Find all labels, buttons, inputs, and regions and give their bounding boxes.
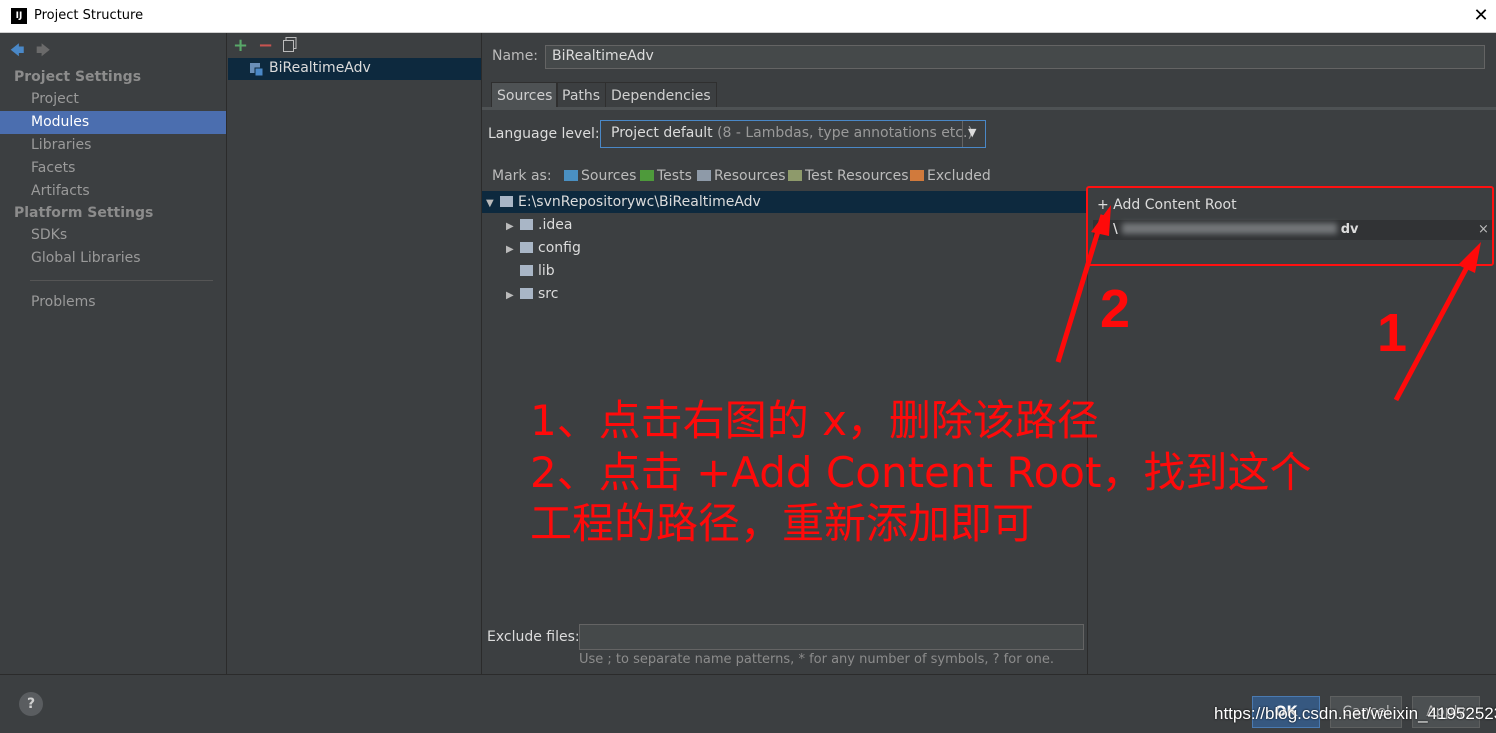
title-bar <box>0 0 1496 33</box>
mark-label-excluded: Excluded <box>927 168 991 184</box>
footer-divider <box>0 674 1496 675</box>
expanded-triangle-icon[interactable]: ▼ <box>486 193 500 215</box>
collapsed-triangle-icon[interactable]: ▶ <box>506 285 520 307</box>
mark-label-sources: Sources <box>581 168 637 184</box>
language-level-main: Project default <box>611 125 713 141</box>
sidebar-item-problems[interactable]: Problems <box>0 291 226 314</box>
module-name: BiRealtimeAdv <box>269 60 371 76</box>
exclude-files-label: Exclude files: <box>487 629 580 645</box>
tree-item-config[interactable]: ▶ config <box>506 237 581 259</box>
exclude-files-input[interactable] <box>579 624 1084 650</box>
window-close-button[interactable]: ✕ <box>1470 4 1492 28</box>
intellij-app-icon: IJ <box>11 8 27 24</box>
mark-label-resources: Resources <box>714 168 786 184</box>
mark-as-tests-button[interactable]: Tests <box>640 168 692 184</box>
mark-as-resources-button[interactable]: Resources <box>697 168 786 184</box>
tab-dependencies[interactable]: Dependencies <box>605 82 717 108</box>
tree-item-label: config <box>538 240 581 256</box>
forward-arrow-icon[interactable]: 🡆 <box>36 40 50 64</box>
section-project-settings: Project Settings <box>14 69 142 85</box>
module-icon <box>250 63 264 77</box>
annotation-marker-1: 1 <box>1377 303 1408 363</box>
sidebar-item-artifacts[interactable]: Artifacts <box>0 180 226 203</box>
language-level-select[interactable]: Project default (8 - Lambdas, type annot… <box>600 120 986 148</box>
tab-paths[interactable]: Paths <box>556 82 607 108</box>
mark-as-test-resources-button[interactable]: Test Resources <box>788 168 909 184</box>
sidebar-divider <box>30 280 213 281</box>
mark-as-label: Mark as: <box>492 168 552 184</box>
module-list-item[interactable]: BiRealtimeAdv <box>228 58 481 80</box>
collapsed-triangle-icon[interactable]: ▶ <box>506 216 520 238</box>
tab-underline <box>482 107 1496 110</box>
excluded-folder-icon <box>910 170 924 181</box>
back-arrow-icon[interactable]: 🡄 <box>10 40 24 64</box>
tree-item-label: lib <box>538 263 555 279</box>
modules-list-panel <box>228 33 482 674</box>
collapsed-triangle-icon[interactable]: ▶ <box>506 239 520 261</box>
sidebar-item-global-libraries[interactable]: Global Libraries <box>0 247 226 270</box>
help-button[interactable]: ? <box>19 692 43 716</box>
language-level-detail: (8 - Lambdas, type annotations etc.) <box>717 125 973 141</box>
tree-root-path: E:\svnRepositorywc\BiRealtimeAdv <box>518 194 761 210</box>
mark-as-excluded-button[interactable]: Excluded <box>910 168 991 184</box>
chevron-down-icon[interactable]: ▼ <box>968 126 976 139</box>
tests-folder-icon <box>640 170 654 181</box>
add-module-button[interactable]: + <box>233 35 248 56</box>
mark-label-tests: Tests <box>657 168 692 184</box>
folder-icon <box>500 196 513 207</box>
test-resources-folder-icon <box>788 170 802 181</box>
resources-folder-icon <box>697 170 711 181</box>
folder-icon <box>520 288 533 299</box>
language-level-label: Language level: <box>488 126 600 142</box>
section-platform-settings: Platform Settings <box>14 205 154 221</box>
folder-icon <box>520 242 533 253</box>
remove-module-button[interactable]: − <box>258 35 273 56</box>
annotation-highlight-box <box>1086 186 1494 266</box>
tree-item-src[interactable]: ▶ src <box>506 283 558 305</box>
exclude-files-hint: Use ; to separate name patterns, * for a… <box>579 652 1054 667</box>
language-level-value: Project default (8 - Lambdas, type annot… <box>611 125 973 141</box>
sidebar-item-facets[interactable]: Facets <box>0 157 226 180</box>
tree-item-label: .idea <box>538 217 573 233</box>
select-separator <box>962 121 963 147</box>
copy-icon[interactable] <box>283 37 297 52</box>
watermark-url: https://blog.csdn.net/weixin_41952523 <box>1214 704 1496 723</box>
folder-icon <box>520 219 533 230</box>
sidebar-item-modules[interactable]: Modules <box>0 111 226 134</box>
tree-item-idea[interactable]: ▶ .idea <box>506 214 572 236</box>
sources-folder-icon <box>564 170 578 181</box>
annotation-line-3: 工程的路径，重新添加即可 <box>530 499 1035 548</box>
folder-icon <box>520 265 533 276</box>
mark-label-test-resources: Test Resources <box>805 168 909 184</box>
window-title: Project Structure <box>34 8 144 23</box>
annotation-marker-2: 2 <box>1100 279 1131 339</box>
tree-root-row[interactable]: ▼ E:\svnRepositorywc\BiRealtimeAdv <box>482 191 1088 213</box>
module-name-input[interactable]: BiRealtimeAdv <box>545 45 1485 69</box>
tree-item-lib[interactable]: lib <box>506 260 555 282</box>
tab-sources[interactable]: Sources <box>491 82 559 108</box>
sidebar-item-libraries[interactable]: Libraries <box>0 134 226 157</box>
name-label: Name: <box>492 48 539 64</box>
sidebar-item-project[interactable]: Project <box>0 88 226 111</box>
sidebar-item-sdks[interactable]: SDKs <box>0 224 226 247</box>
tree-item-label: src <box>538 286 559 302</box>
mark-as-sources-button[interactable]: Sources <box>564 168 636 184</box>
